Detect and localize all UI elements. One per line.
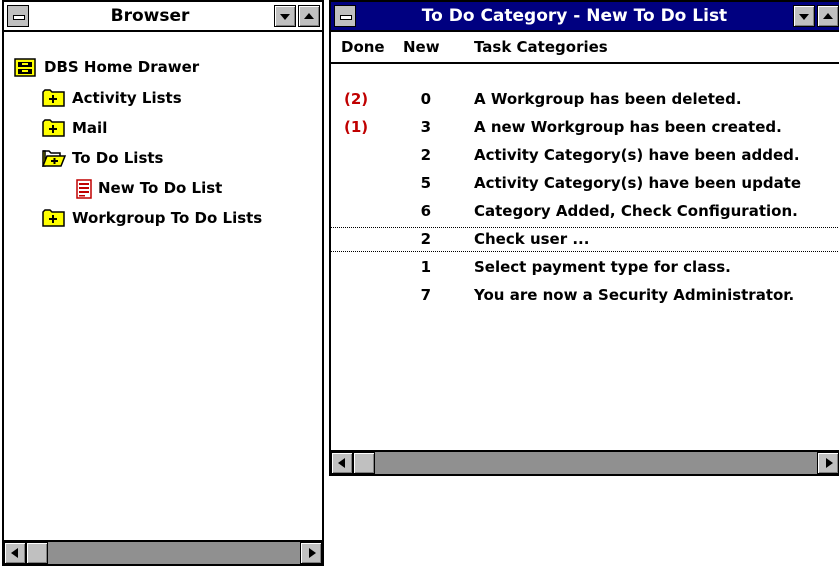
scroll-left-button[interactable]: [331, 452, 353, 474]
task-category: A new Workgroup has been created.: [474, 118, 782, 136]
new-count: 2: [420, 146, 431, 164]
new-count: 3: [420, 118, 431, 136]
new-count: 7: [420, 286, 431, 304]
arrow-right-icon: [826, 458, 833, 468]
todo-maximize-button[interactable]: [817, 5, 839, 27]
column-header-new[interactable]: New: [403, 32, 440, 62]
table-row-selected[interactable]: 2 Check user ...: [331, 227, 839, 252]
task-category: Check user ...: [474, 230, 590, 248]
task-category: A Workgroup has been deleted.: [474, 90, 742, 108]
arrow-right-icon: [309, 548, 316, 558]
task-category: Activity Category(s) have been added.: [474, 146, 800, 164]
table-row[interactable]: 2 Activity Category(s) have been added.: [331, 143, 839, 168]
browser-maximize-button[interactable]: [298, 5, 320, 27]
scroll-thumb[interactable]: [353, 452, 375, 474]
tree-item-dbs-home-drawer[interactable]: DBS Home Drawer: [14, 55, 199, 79]
minimize-icon: [799, 14, 809, 20]
table-row[interactable]: 7 You are now a Security Administrator.: [331, 283, 839, 308]
todo-horizontal-scrollbar[interactable]: [331, 450, 839, 474]
browser-title-bar[interactable]: Browser: [4, 2, 322, 32]
task-category: Select payment type for class.: [474, 258, 731, 276]
browser-title: Browser: [110, 6, 190, 26]
table-row[interactable]: 5 Activity Category(s) have been update: [331, 171, 839, 196]
table-row[interactable]: 6 Category Added, Check Configuration.: [331, 199, 839, 224]
new-count: 2: [420, 230, 431, 248]
new-count: 5: [420, 174, 431, 192]
task-category: Category Added, Check Configuration.: [474, 202, 798, 220]
folder-plus-icon: [42, 89, 66, 107]
scroll-right-button[interactable]: [817, 452, 839, 474]
column-header: Done New Task Categories: [331, 32, 839, 64]
todo-title: To Do Category - New To Do List: [421, 6, 728, 26]
tree-item-workgroup-to-do-lists[interactable]: Workgroup To Do Lists: [42, 206, 262, 230]
folder-open-icon: [42, 149, 66, 167]
todo-title-bar[interactable]: To Do Category - New To Do List: [331, 2, 839, 32]
arrow-left-icon: [11, 548, 18, 558]
table-row[interactable]: (2) 0 A Workgroup has been deleted.: [331, 87, 839, 112]
maximize-icon: [823, 13, 833, 19]
scroll-left-button[interactable]: [4, 542, 26, 564]
task-category: Activity Category(s) have been update: [474, 174, 802, 192]
done-count: (2): [344, 90, 369, 108]
tree-label: Mail: [72, 119, 108, 137]
table-row[interactable]: (1) 3 A new Workgroup has been created.: [331, 115, 839, 140]
folder-plus-icon: [42, 119, 66, 137]
scroll-right-button[interactable]: [300, 542, 322, 564]
maximize-icon: [304, 13, 314, 19]
todo-window: To Do Category - New To Do List Done New…: [329, 0, 839, 476]
scroll-thumb[interactable]: [26, 542, 48, 564]
todo-system-menu-button[interactable]: [334, 5, 356, 27]
new-count: 1: [420, 258, 431, 276]
column-header-task[interactable]: Task Categories: [474, 32, 608, 62]
table-row[interactable]: 1 Select payment type for class.: [331, 255, 839, 280]
minimize-icon: [280, 14, 290, 20]
task-category: You are now a Security Administrator.: [474, 286, 795, 304]
todo-minimize-button[interactable]: [793, 5, 815, 27]
tree-label: DBS Home Drawer: [44, 58, 200, 76]
browser-horizontal-scrollbar[interactable]: [4, 540, 322, 564]
tree-item-new-to-do-list[interactable]: New To Do List: [76, 176, 222, 200]
tree-item-mail[interactable]: Mail: [42, 116, 107, 140]
tree-label: New To Do List: [98, 179, 223, 197]
drawer-icon: [14, 58, 38, 77]
new-count: 0: [420, 90, 431, 108]
tree-label: Workgroup To Do Lists: [72, 209, 263, 227]
folder-plus-icon: [42, 209, 66, 227]
tree-label: To Do Lists: [72, 149, 164, 167]
browser-window: Browser DBS Home Drawer Activity Lists M…: [2, 0, 324, 566]
browser-minimize-button[interactable]: [274, 5, 296, 27]
browser-system-menu-button[interactable]: [7, 5, 29, 27]
tree-item-to-do-lists[interactable]: To Do Lists: [42, 146, 163, 170]
new-count: 6: [420, 202, 431, 220]
tree-label: Activity Lists: [72, 89, 182, 107]
tree-item-activity-lists[interactable]: Activity Lists: [42, 86, 182, 110]
arrow-left-icon: [338, 458, 345, 468]
column-header-done[interactable]: Done: [341, 32, 385, 62]
todo-list-icon: [76, 179, 94, 199]
done-count: (1): [344, 118, 369, 136]
